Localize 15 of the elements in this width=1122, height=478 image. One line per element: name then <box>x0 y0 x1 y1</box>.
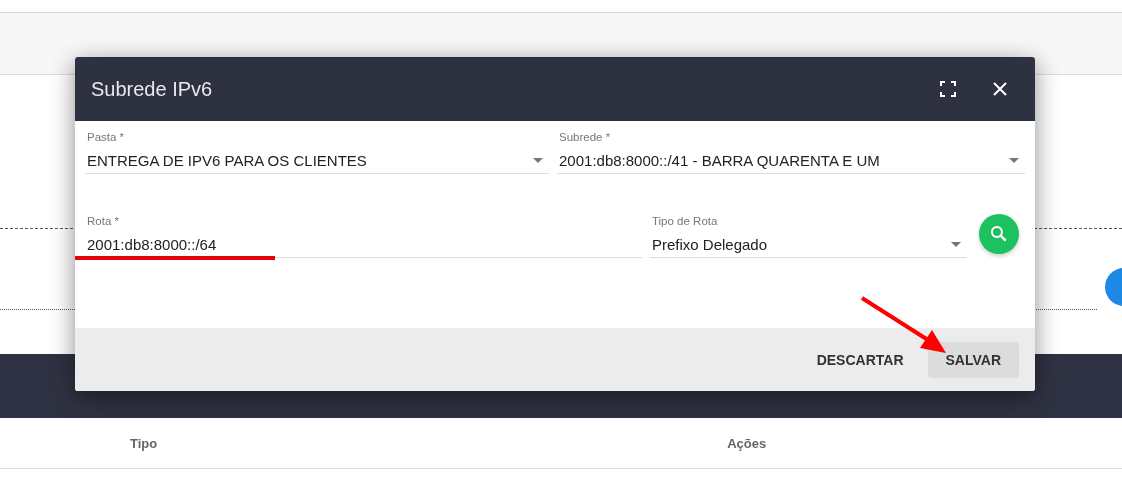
select-field[interactable]: Pasta * ENTREGA DE IPV6 PARA OS CLIENTES <box>85 131 549 174</box>
caret-icon <box>951 242 961 247</box>
save-button[interactable]: SALVAR <box>927 341 1019 378</box>
column-header: Ações <box>727 435 767 451</box>
caret-icon <box>1009 158 1019 163</box>
select-field[interactable]: Subrede * 2001:db8:8000::/41 - BARRA QUARENTA E UM <box>557 131 1025 174</box>
column-header: Tipo <box>130 435 158 451</box>
input-field[interactable]: Rota * 2001:db8:8000::/64 <box>85 215 642 258</box>
caret-icon <box>533 158 543 163</box>
search-icon <box>989 224 1009 244</box>
discard-button[interactable]: DESCARTAR <box>798 341 922 378</box>
select-field[interactable]: Tipo de Rota Prefixo Delegado <box>649 215 967 258</box>
dialog-title: Subrede IPv6 <box>91 77 214 101</box>
fullscreen-icon <box>940 81 956 97</box>
close-icon <box>992 81 1008 97</box>
